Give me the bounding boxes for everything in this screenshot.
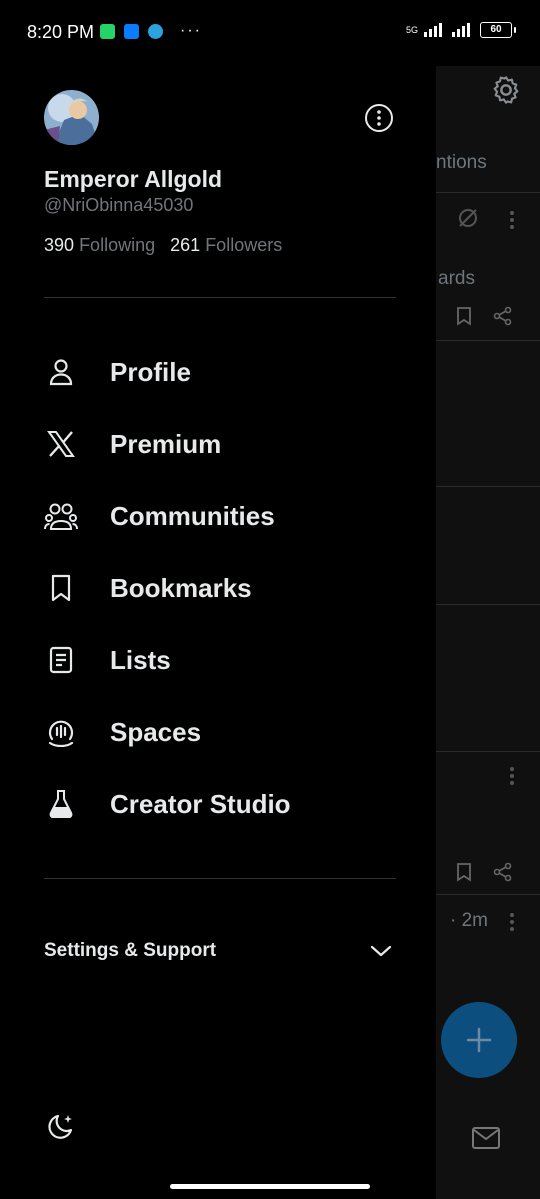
menu-item-bookmarks[interactable]: Bookmarks: [44, 558, 404, 618]
settings-support-toggle[interactable]: Settings & Support: [44, 940, 396, 970]
menu-item-label: Creator Studio: [110, 788, 291, 819]
mail-icon: [472, 1127, 500, 1149]
share-icon: [493, 306, 512, 326]
signal-icon: [424, 23, 470, 37]
bookmark-icon: [457, 307, 471, 326]
divider: [44, 878, 396, 879]
moon-icon: [48, 1114, 73, 1139]
menu-item-label: Profile: [110, 356, 191, 387]
plus-icon: [466, 1027, 492, 1053]
more-vert-icon: [510, 211, 514, 229]
settings-support-label: Settings & Support: [44, 940, 217, 961]
menu-item-label: Lists: [110, 644, 171, 675]
messenger-icon: [124, 24, 139, 39]
compose-fab-button[interactable]: [441, 1002, 517, 1078]
status-time: 8:20 PM: [27, 22, 95, 42]
hidden-icon: [459, 209, 477, 227]
bookmark-icon: [457, 863, 471, 882]
following-count: 390: [44, 235, 75, 255]
following-link[interactable]: 390 Following: [44, 235, 155, 255]
status-bar: 8:20 PM ··· 5G 60: [0, 0, 540, 66]
divider: [436, 192, 540, 193]
followers-label: Followers: [205, 235, 283, 255]
navigation-drawer: Emperor Allgold @NriObinna45030 390 Foll…: [0, 66, 436, 1199]
rewards-partial-text: ards: [438, 268, 475, 289]
chevron-down-icon: [370, 945, 392, 957]
menu-item-label: Communities: [110, 500, 275, 531]
menu-item-premium[interactable]: Premium: [44, 414, 404, 474]
spaces-icon: [44, 715, 78, 749]
divider: [436, 894, 540, 895]
tab-partial-text: ntions: [436, 152, 487, 173]
whatsapp-icon: [100, 24, 115, 39]
telegram-icon: [148, 24, 163, 39]
list-icon: [44, 643, 78, 677]
timestamp-partial: · 2m: [450, 910, 488, 931]
share-icon: [493, 862, 512, 882]
menu-item-label: Premium: [110, 428, 222, 459]
menu-item-label: Bookmarks: [110, 572, 252, 603]
divider: [436, 604, 540, 605]
x-logo-icon: [44, 427, 78, 461]
home-indicator[interactable]: [170, 1184, 370, 1189]
avatar[interactable]: [44, 90, 99, 145]
menu-item-communities[interactable]: Communities: [44, 486, 404, 546]
following-label: Following: [79, 235, 156, 255]
menu-item-profile[interactable]: Profile: [44, 342, 404, 402]
account-options-button[interactable]: [364, 103, 394, 133]
follow-stats: 390 Following 261 Followers: [44, 235, 282, 256]
profile-handle: @NriObinna45030: [44, 195, 194, 215]
menu-item-spaces[interactable]: Spaces: [44, 702, 404, 762]
followers-count: 261: [170, 235, 201, 255]
system-indicators: 5G 60: [405, 22, 516, 38]
divider: [436, 486, 540, 487]
communities-icon: [44, 499, 78, 533]
divider: [44, 297, 396, 298]
bookmark-icon: [44, 571, 78, 605]
menu-item-label: Spaces: [110, 716, 202, 747]
profile-name[interactable]: Emperor Allgold: [44, 166, 222, 193]
menu-item-creator-studio[interactable]: Creator Studio: [44, 774, 404, 834]
menu-item-lists[interactable]: Lists: [44, 630, 404, 690]
battery-indicator: 60: [480, 22, 516, 38]
network-type: 5G: [405, 24, 418, 35]
followers-link[interactable]: 261 Followers: [170, 235, 282, 255]
more-notifications-icon: ···: [180, 22, 202, 39]
more-vert-icon: [510, 913, 514, 931]
notification-icons: [100, 24, 163, 39]
person-icon: [44, 355, 78, 389]
more-vert-icon: [510, 767, 514, 785]
display-mode-button[interactable]: [44, 1112, 76, 1149]
settings-gear-icon: [493, 76, 519, 104]
divider: [436, 340, 540, 341]
flask-icon: [44, 787, 78, 821]
divider: [436, 751, 540, 752]
